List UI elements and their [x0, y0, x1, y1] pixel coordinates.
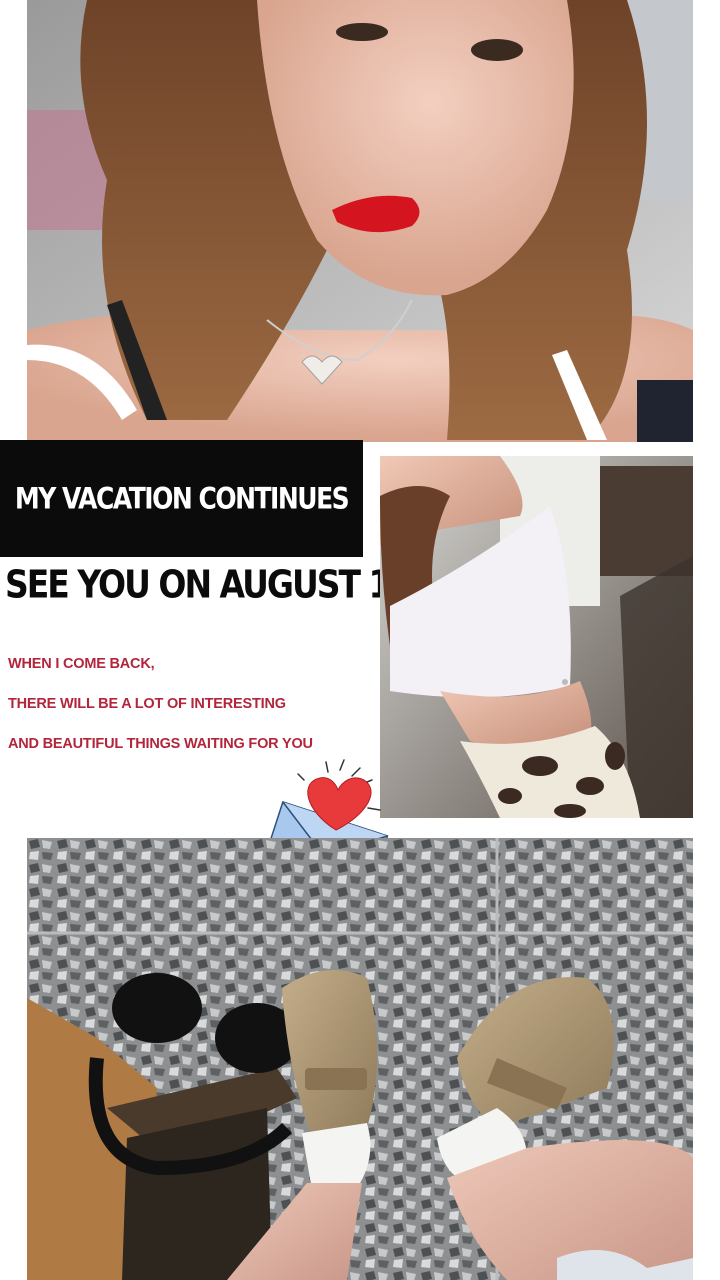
story-subtitle: SEE YOU ON AUGUST 10 — [5, 562, 412, 607]
title-banner: MY VACATION CONTINUES — [0, 440, 363, 557]
crop-top-photo — [380, 456, 693, 818]
story-title: MY VACATION CONTINUES — [14, 481, 350, 516]
story-canvas: MY VACATION CONTINUES SEE YOU ON AUGUST … — [0, 0, 720, 1280]
feet-clogs-photo — [27, 838, 693, 1280]
message-line-2: THERE WILL BE A LOT OF INTERESTING — [8, 696, 286, 712]
message-line-1: WHEN I COME BACK, — [8, 656, 155, 672]
message-line-3: AND BEAUTIFUL THINGS WAITING FOR YOU — [8, 736, 313, 752]
selfie-photo — [27, 0, 693, 442]
